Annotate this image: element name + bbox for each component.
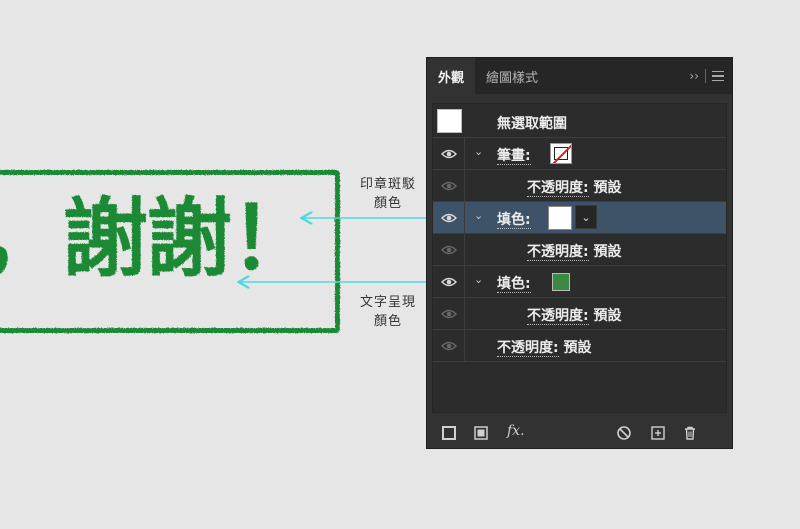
no-selection-label: 無選取範圍 [497, 116, 567, 132]
stroke-label[interactable]: 筆畫: [497, 145, 531, 165]
row-fill-green-opacity[interactable]: 不透明度: 預設 [433, 298, 726, 330]
fill-white-opacity-visibility-toggle[interactable] [433, 234, 465, 265]
appearance-panel: 外觀 繪圖樣式 ›› 無選取範圍 ⌄ 筆畫: 不透明度: 預設 ⌄ 填色: ⌄ … [426, 57, 733, 449]
tab-tools-divider [705, 69, 706, 83]
callout-stamp-color: 印章斑駁 顏色 [352, 175, 424, 213]
stroke-opacity-visibility-toggle[interactable] [433, 170, 465, 201]
object-opacity-text[interactable]: 不透明度: 預設 [497, 337, 591, 357]
panel-menu-icon[interactable] [712, 70, 724, 82]
row-fill-green[interactable]: ⌄ 填色: [433, 266, 726, 298]
stroke-opacity-text[interactable]: 不透明度: 預設 [527, 177, 621, 197]
fill-color-dropdown-button[interactable]: ⌄ [575, 205, 597, 229]
collapse-panel-button[interactable]: ›› [689, 69, 699, 83]
fill-white-expand-chevron-icon[interactable]: ⌄ [474, 210, 484, 221]
panel-footer: fx. [427, 418, 732, 448]
fill-white-visibility-toggle[interactable] [433, 202, 465, 233]
tab-appearance[interactable]: 外觀 [427, 58, 476, 94]
object-opacity-visibility-toggle[interactable] [433, 330, 465, 361]
callout-stamp-color-line2: 顏色 [373, 196, 402, 211]
eye-icon [440, 341, 457, 350]
callout-stamp-color-line1: 印章斑駁 [359, 177, 416, 192]
stroke-expand-chevron-icon[interactable]: ⌄ [474, 146, 484, 157]
row-fill-white-opacity[interactable]: 不透明度: 預設 [433, 234, 726, 266]
fill-green-expand-chevron-icon[interactable]: ⌄ [474, 274, 484, 285]
eye-icon [440, 277, 457, 286]
fill-green-opacity-visibility-toggle[interactable] [433, 298, 465, 329]
eye-icon [440, 213, 457, 222]
stroke-none-swatch[interactable] [550, 143, 572, 164]
fill-white-label[interactable]: 填色: [497, 209, 531, 229]
eye-icon [440, 149, 457, 158]
fx-icon[interactable]: fx. [507, 423, 531, 439]
stamp-text: ，謝謝！ [0, 188, 316, 289]
add-fill-icon[interactable] [473, 425, 489, 441]
delete-icon[interactable] [682, 425, 698, 441]
fill-green-label[interactable]: 填色: [497, 273, 531, 293]
chevron-down-icon: ⌄ [581, 210, 591, 224]
row-stroke[interactable]: ⌄ 筆畫: [433, 138, 726, 170]
fill-white-swatch[interactable] [548, 206, 572, 230]
stroke-visibility-toggle[interactable] [433, 138, 465, 169]
duplicate-item-icon[interactable] [650, 425, 666, 441]
callout-text-color-line2: 顏色 [373, 314, 402, 329]
selection-thumbnail [437, 109, 462, 133]
fill-green-visibility-toggle[interactable] [433, 266, 465, 297]
callout-text-color-line1: 文字呈現 [359, 295, 416, 310]
callout-text-color: 文字呈現 顏色 [352, 293, 424, 331]
row-fill-white[interactable]: ⌄ 填色: ⌄ [433, 202, 726, 234]
row-no-selection: 無選取範圍 [433, 104, 726, 138]
tab-graphic-styles[interactable]: 繪圖樣式 [475, 58, 549, 94]
fill-white-opacity-text[interactable]: 不透明度: 預設 [527, 241, 621, 261]
eye-icon [440, 181, 457, 190]
row-stroke-opacity[interactable]: 不透明度: 預設 [433, 170, 726, 202]
appearance-list: 無選取範圍 ⌄ 筆畫: 不透明度: 預設 ⌄ 填色: ⌄ 不透明度: 預設 ⌄ … [432, 103, 727, 413]
eye-icon [440, 309, 457, 318]
panel-tabbar: 外觀 繪圖樣式 ›› [427, 58, 732, 94]
add-stroke-icon[interactable] [441, 425, 457, 441]
fill-green-swatch[interactable] [552, 273, 570, 291]
fill-green-opacity-text[interactable]: 不透明度: 預設 [527, 305, 621, 325]
clear-appearance-icon[interactable] [616, 425, 632, 441]
row-object-opacity[interactable]: 不透明度: 預設 [433, 330, 726, 362]
eye-icon [440, 245, 457, 254]
